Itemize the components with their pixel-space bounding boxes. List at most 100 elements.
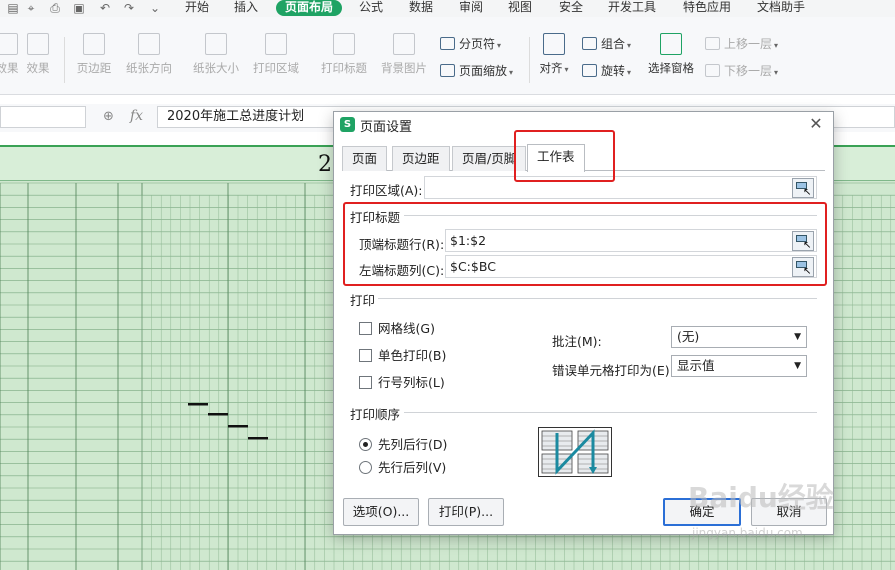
print-button[interactable]: 打印(P)... xyxy=(428,498,504,526)
selection-pane-icon xyxy=(660,33,682,55)
cancel-button[interactable]: 取消 xyxy=(751,498,827,526)
ribbon-print-area-button[interactable]: 打印区域 xyxy=(248,33,304,76)
menu-bar: ▤ ⌖ ⎙ ▣ ↶ ↷ ⌄ 开始 插入 页面布局 公式 数据 审阅 视图 安全 … xyxy=(0,0,895,17)
menu-developer[interactable]: 开发工具 xyxy=(608,0,656,16)
checkbox-box xyxy=(359,376,372,389)
sheet-title: 2 xyxy=(318,152,332,177)
errors-value: 显示值 xyxy=(677,358,715,373)
ribbon-selection-pane-button[interactable]: 选择窗格 xyxy=(645,33,697,76)
top-rows-collapse-button[interactable]: ↖ xyxy=(792,231,814,251)
ribbon-label: 纸张大小 xyxy=(193,61,239,75)
rotate-icon xyxy=(582,64,597,77)
row-col-headings-checkbox[interactable]: 行号列标(L) xyxy=(359,372,445,391)
ribbon-background-button[interactable]: 背景图片 xyxy=(376,33,432,76)
orientation-icon xyxy=(138,33,160,55)
ribbon-label: 背景图片 xyxy=(381,61,427,75)
chevron-down-icon: ▼ xyxy=(794,361,801,371)
order-down-over-label: 先列后行(D) xyxy=(378,437,448,452)
left-cols-input[interactable]: $C:$BC xyxy=(445,255,817,278)
ribbon-send-backward-button[interactable]: 下移一层 ▾ xyxy=(705,62,778,79)
effects-icon xyxy=(0,33,18,55)
checkbox-box xyxy=(359,322,372,335)
left-cols-label: 左端标题列(C): xyxy=(359,263,445,278)
menu-data[interactable]: 数据 xyxy=(409,0,433,16)
section-divider xyxy=(404,215,817,216)
print-icon[interactable]: ⎙ xyxy=(48,1,62,15)
errors-select[interactable]: 显示值 ▼ xyxy=(671,355,807,377)
ribbon-orientation-button[interactable]: 纸张方向 xyxy=(120,33,178,76)
ribbon-page-zoom-button[interactable]: 页面缩放 ▾ xyxy=(440,62,513,79)
row-col-headings-label: 行号列标(L) xyxy=(378,375,445,390)
print-order-section: 打印顺序 xyxy=(350,404,407,423)
page-break-label: 分页符 xyxy=(459,37,496,51)
tab-page[interactable]: 页面 xyxy=(342,146,388,171)
wps-logo-icon: S xyxy=(340,117,355,132)
ribbon-print-titles-button[interactable]: 打印标题 xyxy=(316,33,372,76)
options-button[interactable]: 选项(O)... xyxy=(343,498,419,526)
left-cols-collapse-button[interactable]: ↖ xyxy=(792,257,814,277)
paper-size-icon xyxy=(205,33,227,55)
bring-forward-icon xyxy=(705,37,720,50)
tab-header-footer[interactable]: 页眉/页脚 xyxy=(452,146,527,171)
menu-review[interactable]: 审阅 xyxy=(459,0,483,16)
close-icon[interactable]: ✕ xyxy=(807,114,825,134)
menu-special[interactable]: 特色应用 xyxy=(683,0,731,16)
print-area-collapse-button[interactable]: ↖ xyxy=(792,178,814,198)
print-preview-icon[interactable]: ▣ xyxy=(72,1,86,15)
zoom-icon[interactable]: ⊕ xyxy=(103,109,114,124)
ok-button[interactable]: 确定 xyxy=(663,498,741,526)
tab-margins[interactable]: 页边距 xyxy=(392,146,450,171)
page-setup-dialog: S 页面设置 ✕ 页面 页边距 页眉/页脚 工作表 打印区域(A): ↖ 打印标… xyxy=(333,111,834,535)
menu-insert[interactable]: 插入 xyxy=(234,0,258,16)
dropdown-icon[interactable]: ⌄ xyxy=(148,1,162,15)
dialog-title: 页面设置 xyxy=(360,120,413,135)
ribbon-paper-size-button[interactable]: 纸张大小 xyxy=(188,33,244,76)
ribbon-page-break-button[interactable]: 分页符 ▾ xyxy=(440,35,501,52)
comments-select[interactable]: (无) ▼ xyxy=(671,326,807,348)
checkbox-box xyxy=(359,349,372,362)
gantt-bar xyxy=(228,425,248,428)
radio-dot xyxy=(359,461,372,474)
ribbon-label: 对齐 xyxy=(539,61,563,75)
order-over-down-label: 先行后列(V) xyxy=(378,460,447,475)
gridlines-label: 网格线(G) xyxy=(378,321,435,336)
top-rows-input[interactable]: $1:$2 xyxy=(445,229,817,252)
mono-print-label: 单色打印(B) xyxy=(378,348,447,363)
ribbon-margins-button[interactable]: 页边距 xyxy=(72,33,116,76)
layout-icon[interactable]: ▤ xyxy=(6,1,20,15)
order-over-down-radio[interactable]: 先行后列(V) xyxy=(359,457,446,476)
order-down-over-radio[interactable]: 先列后行(D) xyxy=(359,434,447,453)
ribbon-label: 页边距 xyxy=(76,61,112,75)
menu-doc-assistant[interactable]: 文档助手 xyxy=(757,0,805,16)
rotate-label: 旋转 xyxy=(601,64,626,78)
menu-view[interactable]: 视图 xyxy=(508,0,532,16)
ribbon-bring-forward-button[interactable]: 上移一层 ▾ xyxy=(705,35,778,52)
menu-page-layout[interactable]: 页面布局 xyxy=(276,0,343,16)
ribbon-rotate-button[interactable]: 旋转 ▾ xyxy=(582,62,631,79)
errors-label: 错误单元格打印为(E): xyxy=(552,363,674,378)
ribbon-align-button[interactable]: 对齐 ▾ xyxy=(534,33,574,76)
gridlines-checkbox[interactable]: 网格线(G) xyxy=(359,318,435,337)
dialog-titlebar[interactable]: S 页面设置 ✕ xyxy=(334,112,833,138)
ribbon-label: 选择窗格 xyxy=(648,61,694,75)
dialog-tabs: 页面 页边距 页眉/页脚 工作表 xyxy=(342,144,825,172)
menu-formulas[interactable]: 公式 xyxy=(359,0,383,16)
format-painter-icon[interactable]: ⌖ xyxy=(24,1,38,15)
redo-icon[interactable]: ↷ xyxy=(122,1,136,15)
fx-icon[interactable]: fx xyxy=(130,108,143,124)
undo-icon[interactable]: ↶ xyxy=(98,1,112,15)
print-titles-icon xyxy=(333,33,355,55)
ribbon-effects2-button[interactable]: 效果 xyxy=(18,33,58,76)
menu-security[interactable]: 安全 xyxy=(559,0,583,16)
top-rows-label: 顶端标题行(R): xyxy=(359,237,445,252)
page-zoom-icon xyxy=(440,64,455,77)
name-box[interactable] xyxy=(0,106,86,128)
ribbon-group-button[interactable]: 组合 ▾ xyxy=(582,35,631,52)
print-area-icon xyxy=(265,33,287,55)
mono-print-checkbox[interactable]: 单色打印(B) xyxy=(359,345,446,364)
menu-home[interactable]: 开始 xyxy=(185,0,209,16)
tab-sheet[interactable]: 工作表 xyxy=(527,144,585,172)
print-area-input[interactable] xyxy=(424,176,817,199)
ribbon-label: 效果 xyxy=(26,61,50,75)
ribbon-separator xyxy=(64,37,65,83)
